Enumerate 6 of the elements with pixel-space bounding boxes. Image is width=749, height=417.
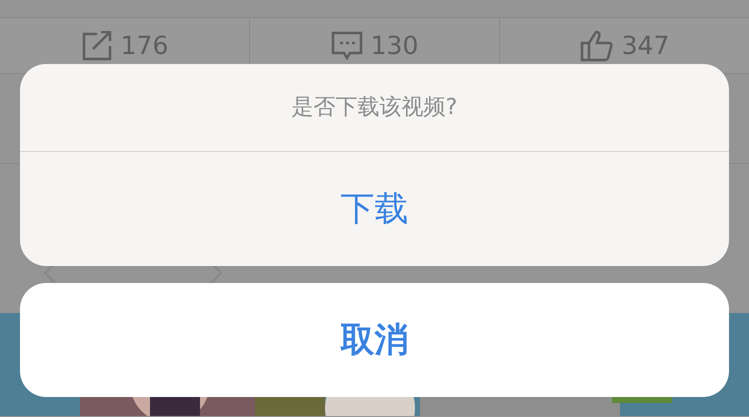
count-label: 176 [120, 30, 168, 62]
download-button[interactable]: 下载 [20, 152, 729, 266]
count-label: 130 [370, 30, 418, 62]
cancel-button[interactable]: 取消 [20, 283, 729, 397]
sheet-title: 是否下载该视频? [292, 94, 458, 122]
count-label: 347 [622, 30, 670, 62]
